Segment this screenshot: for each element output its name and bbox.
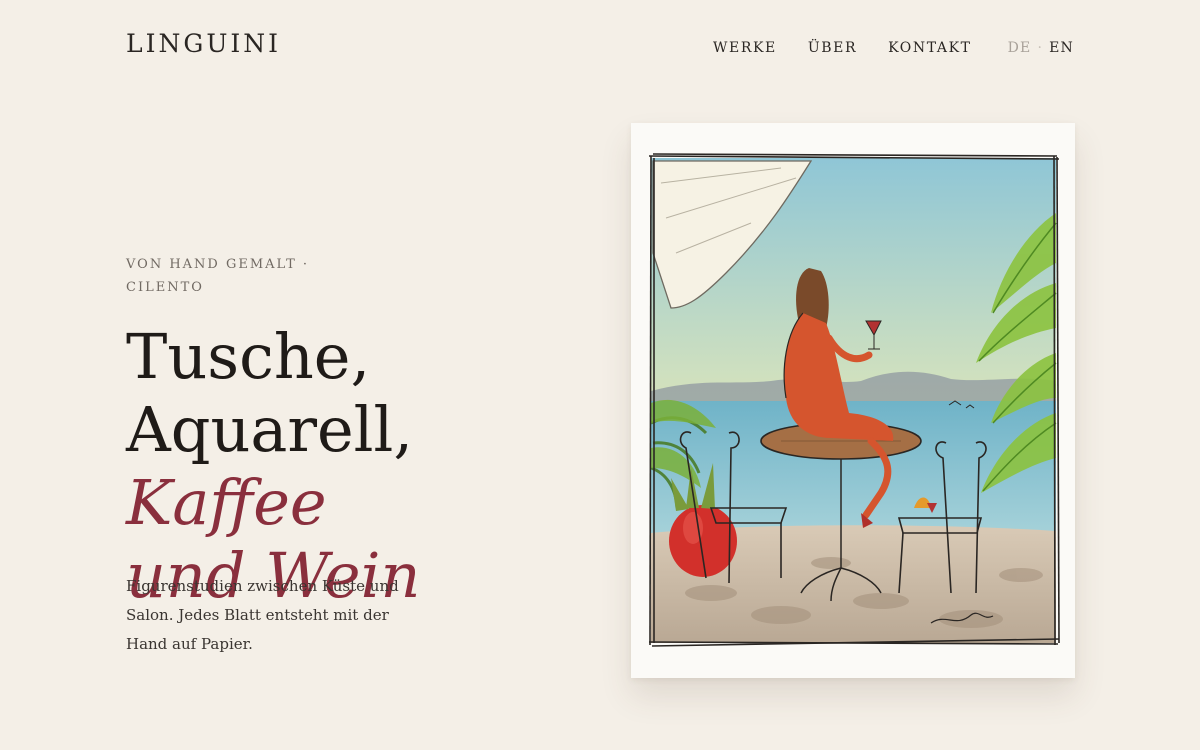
lang-separator: · bbox=[1037, 40, 1044, 56]
language-switcher: DE · EN bbox=[1008, 40, 1074, 56]
painting-scene bbox=[650, 158, 1057, 643]
hero-headline: Tusche, Aquarell, Kaffee und Wein bbox=[126, 320, 586, 612]
nav-item-ueber[interactable]: ÜBER bbox=[808, 40, 857, 56]
hero-eyebrow: VON HAND GEMALT · CILENTO bbox=[126, 257, 310, 295]
nav-item-werke[interactable]: WERKE bbox=[713, 40, 777, 56]
headline-accent-1: Kaffee bbox=[126, 466, 327, 539]
headline-line-2: Aquarell, bbox=[126, 393, 414, 466]
lang-en[interactable]: EN bbox=[1049, 40, 1074, 56]
artwork-painting bbox=[648, 153, 1060, 647]
artwork-card[interactable] bbox=[631, 123, 1075, 678]
headline-line-1: Tusche, bbox=[126, 320, 371, 393]
lang-de[interactable]: DE bbox=[1008, 40, 1032, 56]
hero-lead: Figurenstudien zwischen Küste und Salon.… bbox=[126, 577, 399, 653]
nav-item-kontakt[interactable]: KONTAKT bbox=[888, 40, 972, 56]
main-nav: WERKE ÜBER KONTAKT DE · EN bbox=[682, 40, 1074, 56]
brand-logo[interactable]: LINGUINI bbox=[126, 29, 281, 58]
